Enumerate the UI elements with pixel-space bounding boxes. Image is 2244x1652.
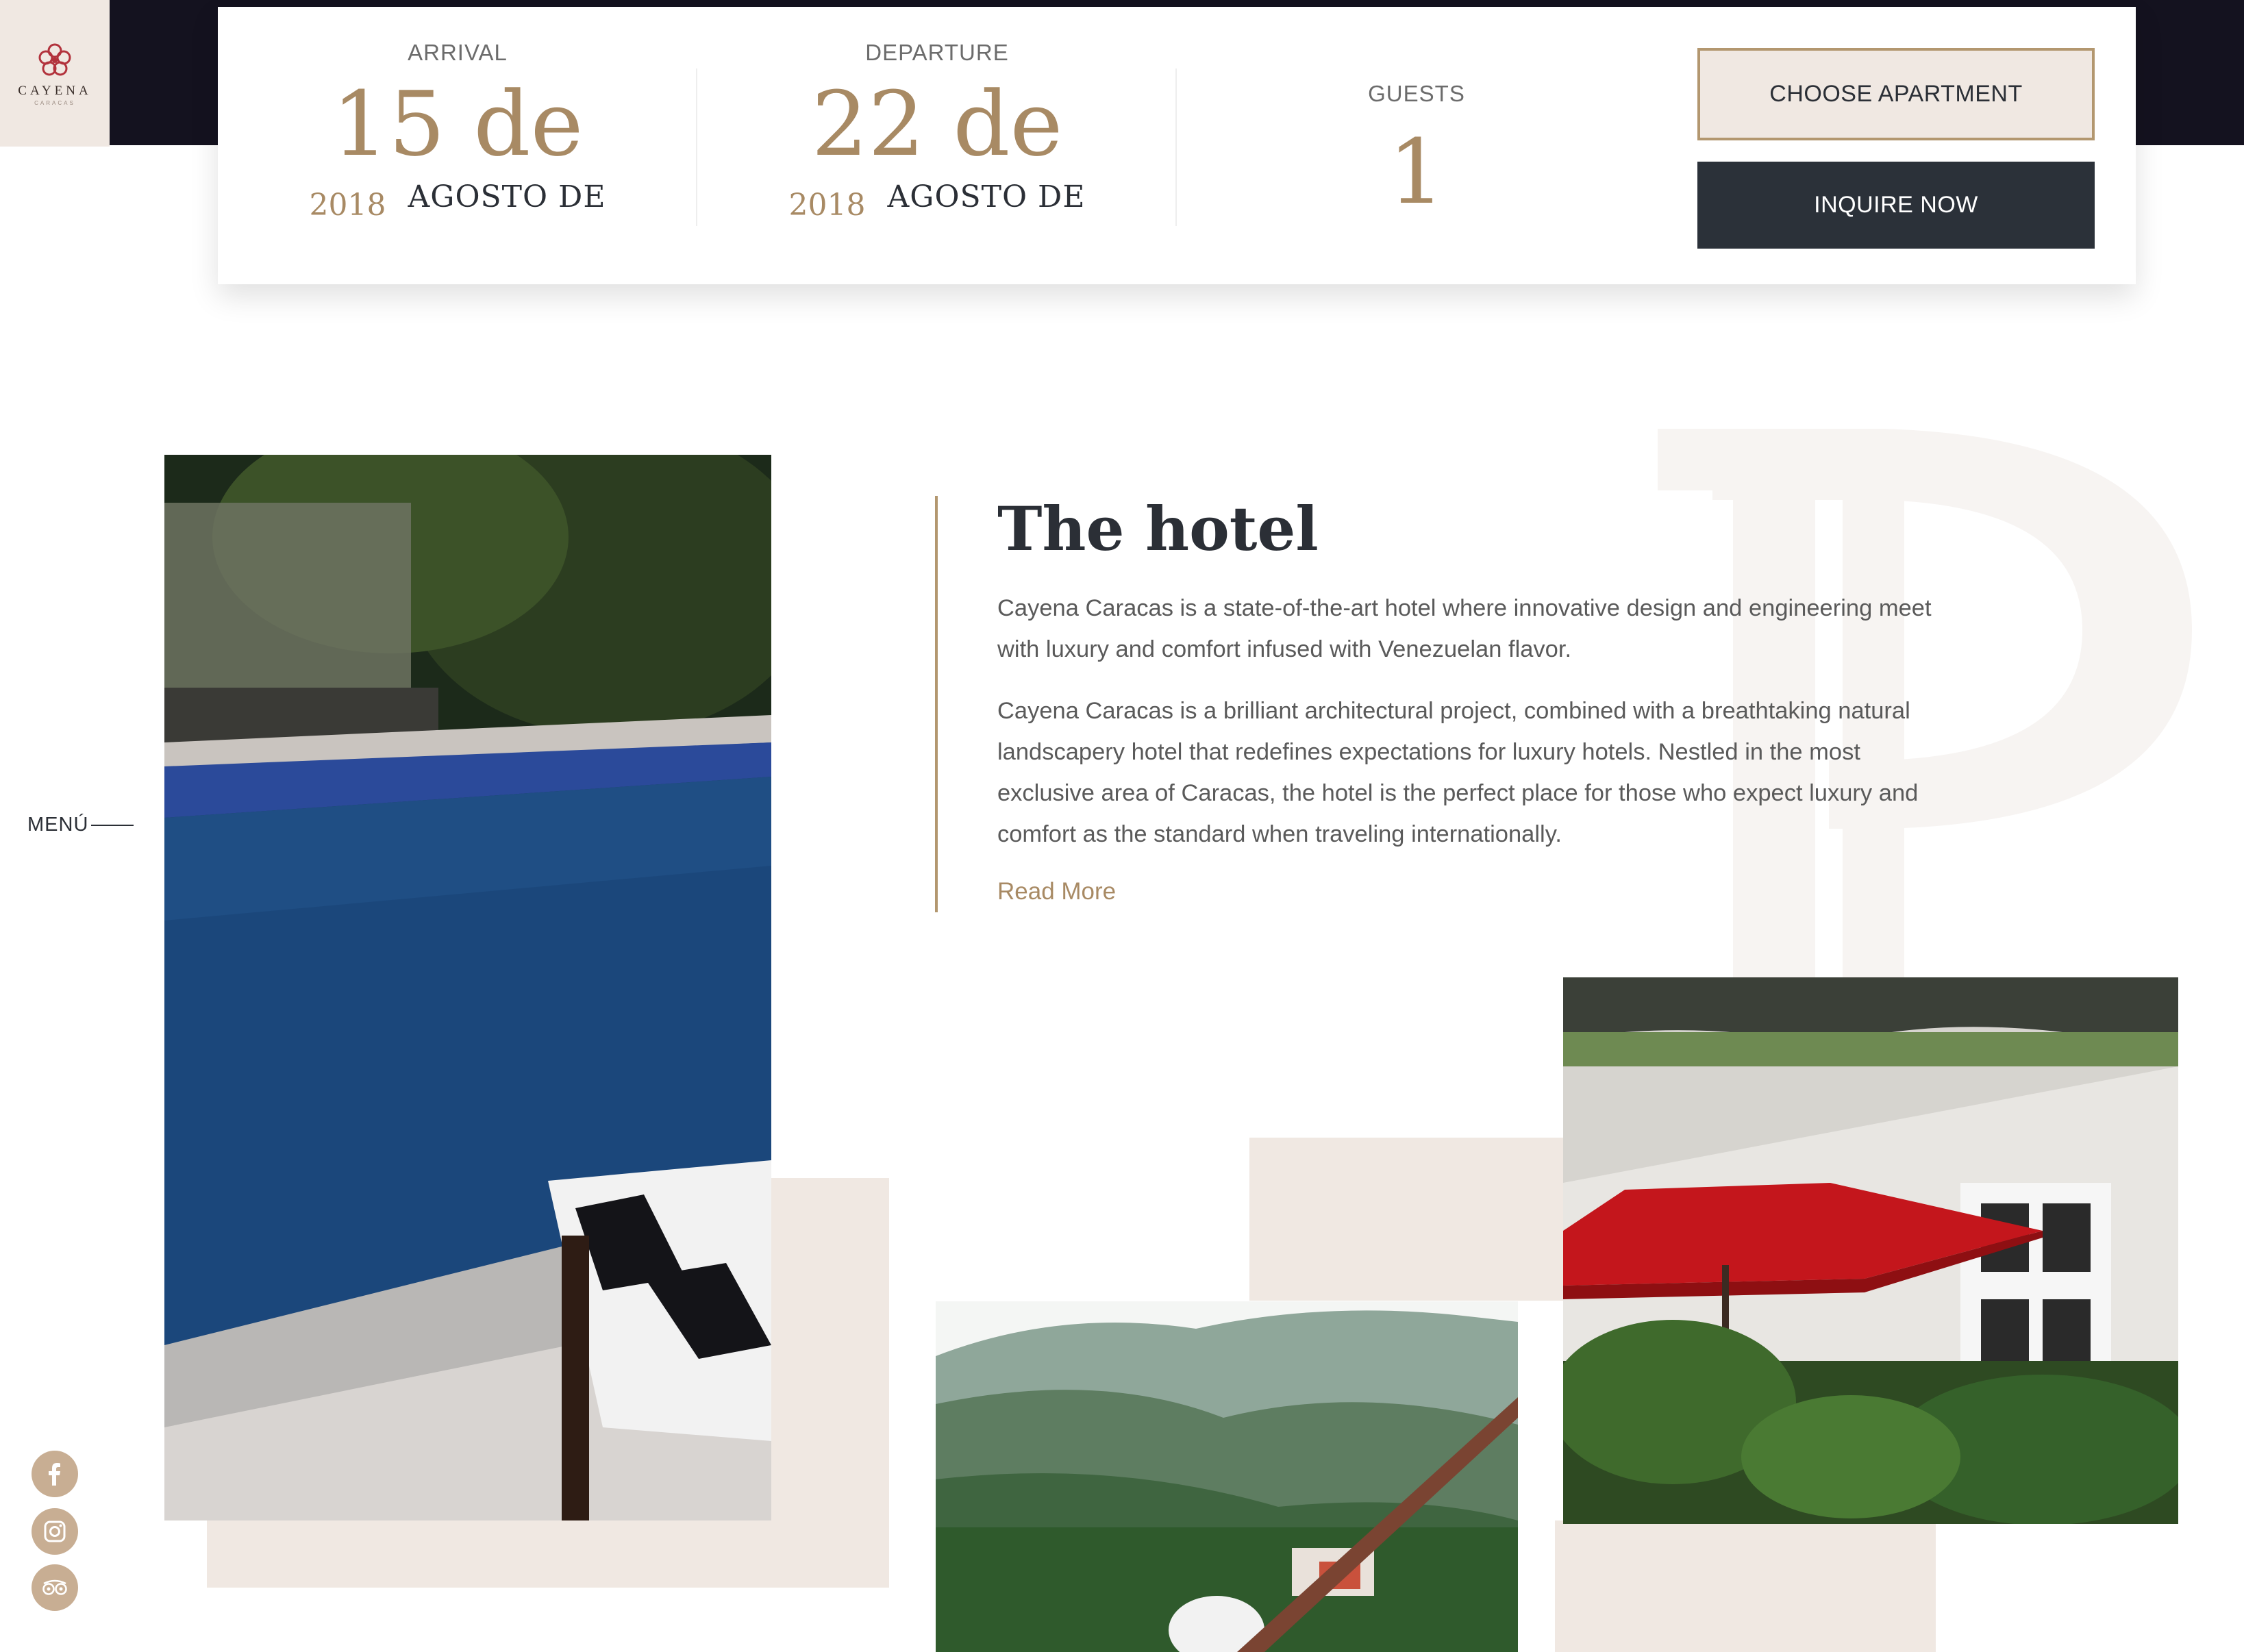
guests-label: GUESTS [1368, 81, 1465, 106]
hotel-paragraph-1: Cayena Caracas is a state-of-the-art hot… [997, 595, 1932, 662]
menu-line [91, 824, 134, 826]
brand-subtitle: CARACAS [34, 99, 75, 106]
decor-block [1555, 1520, 1936, 1652]
tripadvisor-link[interactable] [32, 1564, 78, 1611]
arrival-field[interactable]: ARRIVAL 15 de 2018 AGOSTO DE [252, 7, 663, 284]
pool-image [164, 455, 771, 1520]
guests-count: 1 [1388, 120, 1445, 224]
departure-day: 22 de [811, 72, 1063, 176]
departure-month-row: 2018 AGOSTO DE [732, 179, 1143, 223]
decor-block [1249, 1138, 1564, 1301]
departure-year: 2018 [788, 188, 866, 223]
brand-name: CAYENA [18, 83, 92, 98]
arrival-month-row: 2018 AGOSTO DE [252, 179, 663, 223]
accent-rule [935, 496, 938, 912]
inquire-now-button[interactable]: INQUIRE NOW [1697, 162, 2095, 249]
terrace-image [1563, 977, 2178, 1524]
read-more-link[interactable]: Read More [997, 878, 1116, 905]
pool-photo [164, 455, 771, 1520]
tripadvisor-icon [42, 1579, 67, 1595]
arrival-label: ARRIVAL [408, 40, 508, 65]
arrival-day: 15 de [332, 72, 584, 176]
mountain-photo [936, 1301, 1518, 1652]
instagram-icon [44, 1520, 66, 1542]
section-title: The hotel [997, 493, 1319, 564]
logo[interactable]: CAYENA CARACAS [0, 0, 110, 147]
side-menu-toggle[interactable]: MENÚ [27, 814, 134, 836]
departure-label: DEPARTURE [865, 40, 1009, 65]
cayena-flower-icon [38, 43, 71, 75]
facebook-link[interactable] [32, 1451, 78, 1497]
hotel-paragraph-2: Cayena Caracas is a brilliant architectu… [997, 698, 1919, 847]
hotel-intro: The hotel Cayena Caracas is a state-of-t… [935, 496, 1942, 912]
mountain-image [936, 1301, 1518, 1652]
guests-field[interactable]: GUESTS 1 [1314, 7, 1519, 284]
arrival-month: AGOSTO DE [408, 179, 606, 214]
choose-apartment-button[interactable]: CHOOSE APARTMENT [1697, 48, 2095, 140]
booking-bar: ARRIVAL 15 de 2018 AGOSTO DE DEPARTURE 2… [218, 7, 2136, 284]
arrival-year: 2018 [309, 188, 386, 223]
facebook-icon [49, 1463, 60, 1486]
divider [1175, 68, 1177, 226]
terrace-photo [1563, 977, 2178, 1524]
menu-label: MENÚ [27, 814, 89, 836]
departure-month: AGOSTO DE [887, 179, 1086, 214]
divider [696, 68, 697, 226]
instagram-link[interactable] [32, 1508, 78, 1555]
departure-field[interactable]: DEPARTURE 22 de 2018 AGOSTO DE [732, 7, 1143, 284]
